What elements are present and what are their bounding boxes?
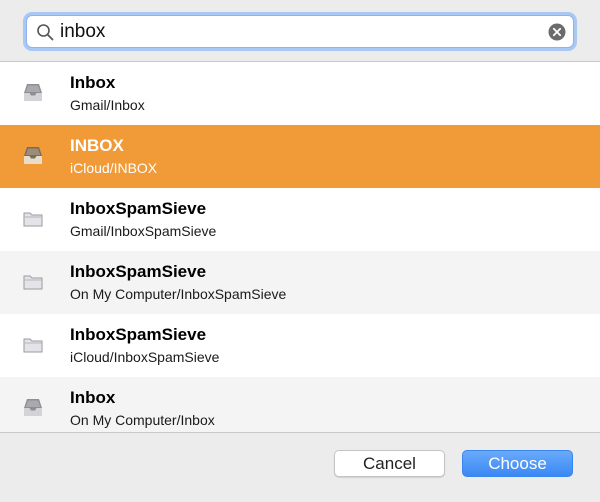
mailbox-path: Gmail/InboxSpamSieve: [70, 223, 217, 239]
inbox-tray-icon: [24, 147, 42, 164]
inbox-tray-icon: [24, 84, 42, 101]
search-bar: [0, 0, 600, 62]
mailbox-title: InboxSpamSieve: [70, 262, 207, 281]
search-icon: [37, 24, 54, 41]
mailbox-title: InboxSpamSieve: [70, 199, 207, 218]
search-field[interactable]: [26, 15, 574, 48]
mailbox-title: InboxSpamSieve: [70, 325, 207, 344]
choose-button[interactable]: Choose: [462, 450, 573, 477]
dialog-footer: Cancel Choose: [0, 432, 600, 502]
mailbox-path: Gmail/Inbox: [70, 97, 145, 113]
search-input[interactable]: [60, 19, 540, 44]
mailbox-path: On My Computer/InboxSpamSieve: [70, 286, 287, 302]
mailbox-row[interactable]: InboxSpamSieve On My Computer/InboxSpamS…: [0, 251, 600, 314]
mailbox-row[interactable]: InboxSpamSieve Gmail/InboxSpamSieve: [0, 188, 600, 251]
inbox-tray-icon: [24, 399, 42, 416]
clear-icon[interactable]: [548, 23, 566, 41]
mailbox-row[interactable]: INBOX iCloud/INBOX: [0, 125, 600, 188]
cancel-button[interactable]: Cancel: [334, 450, 445, 477]
mailbox-title: INBOX: [70, 136, 124, 155]
mailbox-row[interactable]: Inbox On My Computer/Inbox: [0, 377, 600, 432]
mailbox-row[interactable]: InboxSpamSieve iCloud/InboxSpamSieve: [0, 314, 600, 377]
mailbox-path: iCloud/InboxSpamSieve: [70, 349, 220, 365]
mailbox-path: On My Computer/Inbox: [70, 412, 215, 428]
mailbox-title: Inbox: [70, 388, 116, 407]
mailbox-title: Inbox: [70, 73, 116, 92]
folder-icon: [23, 275, 43, 290]
mailbox-row[interactable]: Inbox Gmail/Inbox: [0, 62, 600, 125]
folder-icon: [23, 212, 43, 227]
folder-icon: [23, 338, 43, 353]
mailbox-path: iCloud/INBOX: [70, 160, 158, 176]
mailbox-list: Inbox Gmail/Inbox INBOX iCloud/INBOX Inb…: [0, 62, 600, 432]
